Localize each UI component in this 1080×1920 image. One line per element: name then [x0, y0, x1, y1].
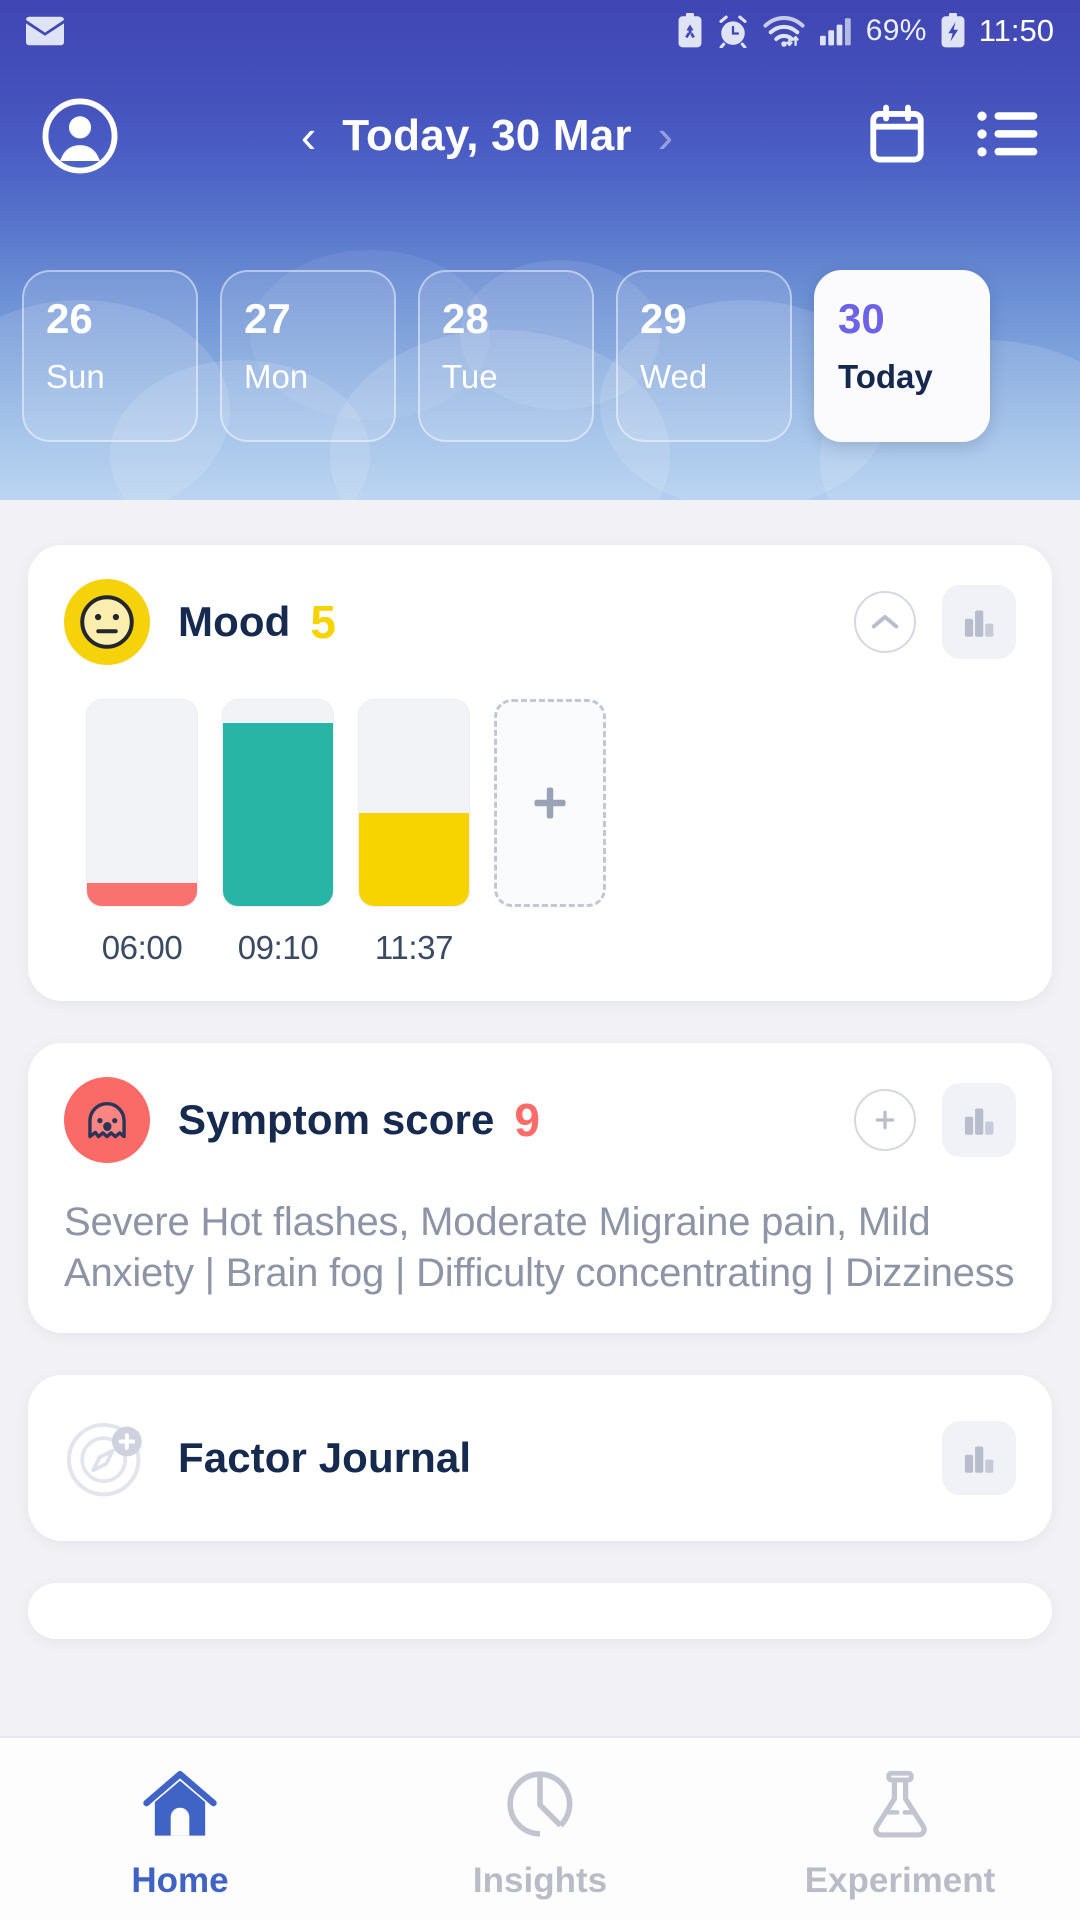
clock-text: 11:50	[978, 13, 1054, 48]
mood-bar-gauge[interactable]	[358, 699, 470, 907]
next-card-peek[interactable]	[28, 1583, 1052, 1640]
battery-saver-icon	[676, 13, 704, 49]
day-card-today[interactable]: 30 Today	[814, 270, 990, 442]
symptom-card-title: Symptom score	[178, 1096, 495, 1143]
calendar-icon[interactable]	[866, 103, 928, 170]
alarm-icon	[716, 14, 750, 48]
day-label: Tue	[442, 358, 498, 395]
mood-score: 5	[310, 596, 336, 648]
day-label: Sun	[46, 358, 105, 395]
date-strip[interactable]: 26 Sun 27 Mon 28 Tue 29 Wed 30 Today	[0, 270, 1080, 470]
factor-journal-title: Factor Journal	[178, 1434, 472, 1482]
date-navigator: ‹ Today, 30 Mar ›	[108, 111, 866, 161]
bar-chart-icon[interactable]	[942, 1083, 1016, 1157]
factor-journal-card[interactable]: Factor Journal	[28, 1375, 1052, 1542]
nav-item-experiment[interactable]: Experiment	[720, 1738, 1080, 1920]
day-label: Mon	[244, 358, 309, 395]
day-number: 29	[640, 295, 687, 342]
mail-icon	[26, 16, 64, 46]
plus-icon[interactable]	[494, 699, 606, 907]
day-card-28[interactable]: 28 Tue	[418, 270, 594, 442]
day-number: 26	[46, 295, 93, 342]
symptom-description: Severe Hot flashes, Moderate Migraine pa…	[64, 1200, 1015, 1296]
day-label: Today	[838, 358, 933, 395]
page-title[interactable]: Today, 30 Mar	[342, 111, 632, 161]
app-root: 69% 11:50 ‹ Today, 30 Mar › 26 Sun 27 Mo…	[0, 0, 1080, 1920]
mood-entry-bars: 06:00 09:10 11:37	[64, 699, 1016, 967]
mood-entry-time: 09:10	[237, 929, 319, 966]
home-icon	[139, 1766, 221, 1847]
bottom-navigation: Home Insights Experiment	[0, 1736, 1080, 1920]
compass-add-icon	[64, 1415, 150, 1501]
mood-bar-fill	[87, 883, 197, 906]
day-number: 28	[442, 295, 489, 342]
plus-circle-icon[interactable]	[854, 1089, 916, 1151]
chevron-right-icon[interactable]: ›	[658, 113, 673, 159]
flask-icon	[859, 1766, 941, 1847]
nav-label-home: Home	[131, 1860, 229, 1900]
day-number: 27	[244, 295, 291, 342]
content-scroll-area[interactable]: Mood 5 06:00 09:10 11:37 Symptom score 9…	[0, 500, 1080, 1736]
mood-add-entry[interactable]	[494, 699, 606, 967]
day-card-29[interactable]: 29 Wed	[616, 270, 792, 442]
mood-entry[interactable]: 06:00	[86, 699, 198, 967]
mood-entry-time: 06:00	[101, 929, 183, 966]
nav-item-home[interactable]: Home	[0, 1738, 360, 1920]
chevron-left-icon[interactable]: ‹	[301, 113, 316, 159]
mood-entry-time: 11:37	[374, 929, 454, 966]
mood-entry[interactable]: 09:10	[222, 699, 334, 967]
nav-label-experiment: Experiment	[804, 1860, 996, 1900]
day-number: 30	[838, 295, 885, 342]
nav-item-insights[interactable]: Insights	[360, 1738, 720, 1920]
mood-bar-fill	[223, 722, 333, 906]
bar-chart-icon[interactable]	[942, 585, 1016, 659]
neutral-face-emoji-icon	[64, 579, 150, 665]
battery-charging-icon	[939, 13, 967, 49]
pie-chart-icon	[499, 1766, 581, 1847]
mood-bar-gauge[interactable]	[222, 699, 334, 907]
bar-chart-icon[interactable]	[942, 1421, 1016, 1496]
day-label: Wed	[640, 358, 708, 395]
mood-bar-gauge[interactable]	[86, 699, 198, 907]
wifi-icon	[762, 14, 806, 48]
mood-bar-fill	[359, 813, 469, 906]
mood-card[interactable]: Mood 5 06:00 09:10 11:37	[28, 545, 1052, 1001]
symptom-score: 9	[514, 1094, 540, 1146]
battery-percent-text: 69%	[865, 14, 927, 47]
mood-entry[interactable]: 11:37	[358, 699, 470, 967]
profile-avatar-icon[interactable]	[42, 98, 118, 174]
nav-label-insights: Insights	[472, 1860, 608, 1900]
chevron-up-icon[interactable]	[854, 591, 916, 653]
list-menu-icon[interactable]	[976, 109, 1038, 164]
day-card-27[interactable]: 27 Mon	[220, 270, 396, 442]
ghost-symptom-icon	[64, 1077, 150, 1163]
symptom-score-card[interactable]: Symptom score 9 Severe Hot flashes, Mode…	[28, 1043, 1052, 1334]
day-card-26[interactable]: 26 Sun	[22, 270, 198, 442]
mood-card-title: Mood	[178, 598, 291, 645]
app-bar: ‹ Today, 30 Mar ›	[0, 62, 1080, 210]
signal-icon	[818, 15, 854, 47]
status-bar: 69% 11:50	[0, 0, 1080, 62]
